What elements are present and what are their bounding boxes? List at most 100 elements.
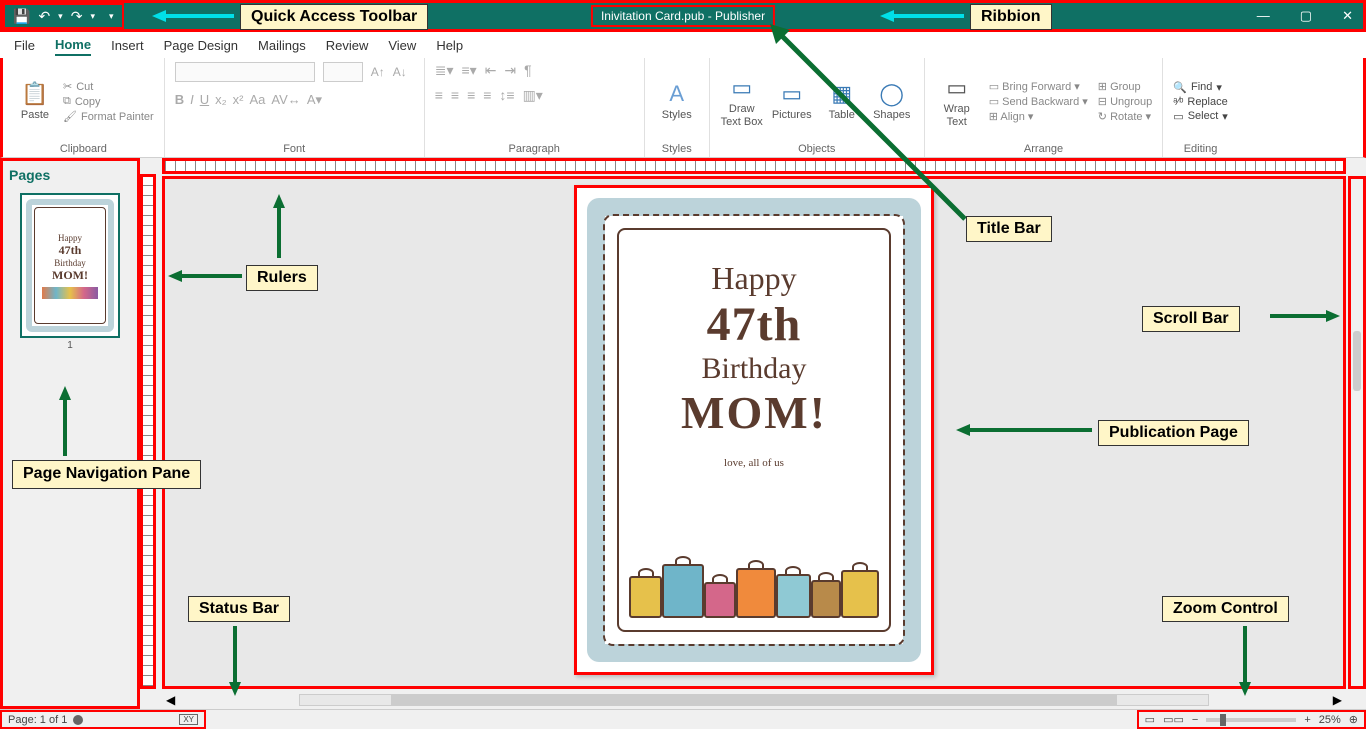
minimize-button[interactable]: — xyxy=(1251,4,1276,28)
select-button[interactable]: ▭Select ▾ xyxy=(1173,110,1228,123)
zoom-out-button[interactable]: − xyxy=(1192,714,1198,726)
superscript-button[interactable]: x² xyxy=(233,92,244,108)
align-center-button[interactable]: ≡ xyxy=(451,87,459,104)
card-birthday-label: Birthday xyxy=(702,352,807,386)
pilcrow-button[interactable]: ¶ xyxy=(524,62,532,79)
decrease-indent-button[interactable]: ⇤ xyxy=(485,62,497,79)
font-size-input[interactable] xyxy=(323,62,363,82)
window-title: Inivitation Card.pub - Publisher xyxy=(591,5,775,27)
bullets-button[interactable]: ≣▾ xyxy=(435,62,454,79)
thumb-gifts-icon xyxy=(42,287,98,299)
scroll-left-button[interactable]: ◀ xyxy=(162,693,179,707)
scroll-thumb[interactable] xyxy=(1353,331,1361,391)
line-spacing-button[interactable]: ↕≡ xyxy=(499,87,514,104)
group-paragraph: ≣▾ ≡▾ ⇤ ⇥ ¶ ≡ ≡ ≡ ≡ ↕≡ ▥▾ Paragraph xyxy=(425,58,645,157)
zoom-fit-button[interactable]: ⊕ xyxy=(1349,713,1358,726)
app-name-label: Publisher xyxy=(715,9,765,23)
bold-button[interactable]: B xyxy=(175,92,184,108)
find-button[interactable]: 🔍Find ▾ xyxy=(1173,81,1228,94)
styles-label: Styles xyxy=(662,109,692,121)
numbering-button[interactable]: ≡▾ xyxy=(461,62,476,79)
ungroup-button[interactable]: ⊟ Ungroup xyxy=(1098,95,1152,108)
align-right-button[interactable]: ≡ xyxy=(467,87,475,104)
underline-button[interactable]: U xyxy=(200,92,209,108)
bring-forward-button[interactable]: ▭ Bring Forward ▾ xyxy=(989,80,1088,93)
save-icon[interactable]: 💾 xyxy=(11,8,32,25)
thumb-mom: MOM! xyxy=(52,268,88,283)
draw-textbox-button[interactable]: ▭ Draw Text Box xyxy=(720,75,764,127)
tab-page-design[interactable]: Page Design xyxy=(164,36,238,55)
rotate-button[interactable]: ↻ Rotate ▾ xyxy=(1098,110,1152,123)
page-thumbnail[interactable]: Happy 47th Birthday MOM! xyxy=(20,193,120,338)
paste-button[interactable]: 📋 Paste xyxy=(13,81,57,121)
tab-file[interactable]: File xyxy=(14,36,35,55)
shrink-font-button[interactable]: A↓ xyxy=(393,65,407,79)
align-left-button[interactable]: ≡ xyxy=(435,87,443,104)
tab-mailings[interactable]: Mailings xyxy=(258,36,306,55)
horizontal-scrollbar[interactable]: ◀ ▶ xyxy=(162,691,1346,709)
font-name-input[interactable] xyxy=(175,62,315,82)
quick-access-toolbar: 💾 ↶ ▾ ↷ ▾ ▾ xyxy=(3,3,124,29)
zoom-in-button[interactable]: + xyxy=(1304,714,1310,726)
styles-button[interactable]: A Styles xyxy=(655,81,699,121)
paragraph-group-label: Paragraph xyxy=(435,141,634,155)
group-editing: 🔍Find ▾ ᵃ⁄ᵇReplace ▭Select ▾ Editing xyxy=(1163,58,1238,157)
align-button[interactable]: ⊞ Align ▾ xyxy=(989,110,1088,123)
zoom-percent-label[interactable]: 25% xyxy=(1319,714,1341,726)
change-case-button[interactable]: Aa xyxy=(250,92,266,108)
thumb-page-number: 1 xyxy=(9,340,131,351)
view-spread-button[interactable]: ▭▭ xyxy=(1163,713,1184,726)
zoom-control: ▭ ▭▭ − + 25% ⊕ xyxy=(1137,710,1366,729)
increase-indent-button[interactable]: ⇥ xyxy=(504,62,516,79)
subscript-button[interactable]: x₂ xyxy=(215,92,227,108)
scroll-right-button[interactable]: ▶ xyxy=(1329,693,1346,707)
tab-home[interactable]: Home xyxy=(55,35,91,56)
replace-button[interactable]: ᵃ⁄ᵇReplace xyxy=(1173,96,1228,108)
char-spacing-button[interactable]: AV↔ xyxy=(271,92,300,108)
page-indicator[interactable]: Page: 1 of 1 xyxy=(8,714,67,726)
gift-row-decoration xyxy=(629,548,879,618)
grow-font-button[interactable]: A↑ xyxy=(371,65,385,79)
zoom-slider[interactable] xyxy=(1206,718,1296,722)
filename-label: Inivitation Card.pub xyxy=(601,9,704,23)
view-single-button[interactable]: ▭ xyxy=(1145,713,1155,726)
draw-textbox-label: Draw Text Box xyxy=(720,103,764,127)
copy-button[interactable]: ⧉Copy xyxy=(63,95,154,108)
undo-icon[interactable]: ↶ xyxy=(36,8,52,25)
font-color-button[interactable]: A▾ xyxy=(307,92,322,108)
font-group-label: Font xyxy=(175,141,414,155)
replace-label: Replace xyxy=(1187,96,1227,108)
tab-review[interactable]: Review xyxy=(326,36,369,55)
vertical-ruler[interactable] xyxy=(140,174,156,689)
tab-view[interactable]: View xyxy=(388,36,416,55)
find-label: Find xyxy=(1191,81,1212,93)
undo-dropdown[interactable]: ▾ xyxy=(56,11,65,22)
thumb-birthday: Birthday xyxy=(54,258,86,268)
italic-button[interactable]: I xyxy=(190,92,194,108)
publication-page[interactable]: Happy 47th Birthday MOM! love, all of us xyxy=(574,185,934,675)
brush-icon: 🖌 xyxy=(63,110,77,123)
tab-insert[interactable]: Insert xyxy=(111,36,144,55)
bring-forward-label: Bring Forward xyxy=(1002,81,1071,93)
send-backward-label: Send Backward xyxy=(1002,96,1079,108)
maximize-button[interactable]: ▢ xyxy=(1294,4,1318,28)
vertical-scrollbar[interactable] xyxy=(1348,176,1366,689)
cut-label: Cut xyxy=(76,81,93,93)
redo-icon[interactable]: ↷ xyxy=(69,8,85,25)
status-left: Page: 1 of 1 XY xyxy=(0,710,206,729)
cut-button[interactable]: ✂Cut xyxy=(63,80,154,93)
tab-help[interactable]: Help xyxy=(436,36,463,55)
qat-more-icon[interactable]: ▾ xyxy=(107,11,116,22)
horizontal-ruler[interactable] xyxy=(162,158,1346,174)
redo-dropdown[interactable]: ▾ xyxy=(88,11,97,22)
group-button[interactable]: ⊞ Group xyxy=(1098,80,1152,93)
title-sep: - xyxy=(708,9,715,23)
justify-button[interactable]: ≡ xyxy=(483,87,491,104)
editing-group-label: Editing xyxy=(1173,141,1228,155)
ribbon: 📋 Paste ✂Cut ⧉Copy 🖌Format Painter Clipb… xyxy=(0,58,1366,158)
send-backward-button[interactable]: ▭ Send Backward ▾ xyxy=(989,95,1088,108)
columns-button[interactable]: ▥▾ xyxy=(523,87,543,104)
format-painter-button[interactable]: 🖌Format Painter xyxy=(63,110,154,123)
close-button[interactable]: ✕ xyxy=(1336,4,1359,28)
card-happy-label: Happy xyxy=(711,260,796,297)
